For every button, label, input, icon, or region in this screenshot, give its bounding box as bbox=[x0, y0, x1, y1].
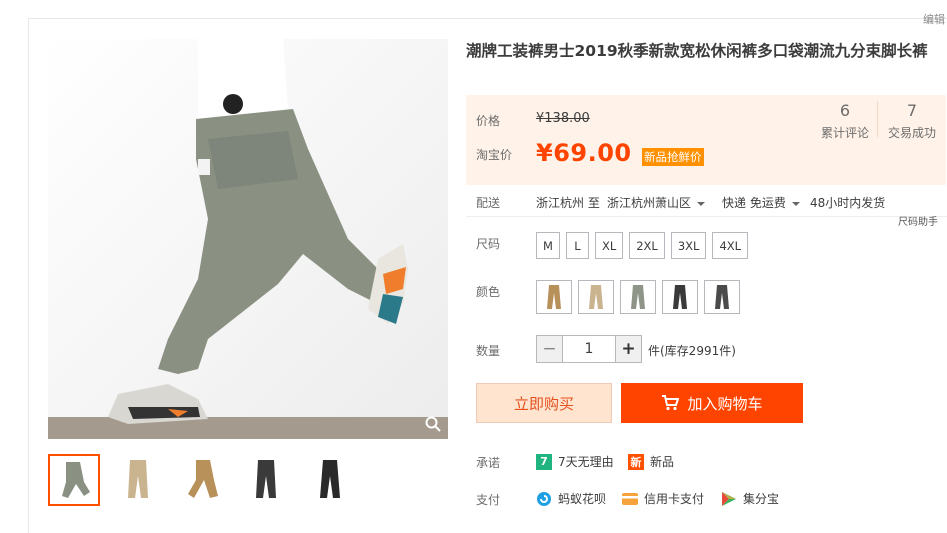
pay-credit-card[interactable]: 信用卡支付 bbox=[622, 490, 704, 507]
pay-jifenbao[interactable]: 集分宝 bbox=[721, 490, 779, 507]
pay-huabei-label: 蚂蚁花呗 bbox=[558, 492, 607, 506]
chevron-down-icon bbox=[791, 201, 800, 206]
size-option[interactable]: 2XL bbox=[629, 232, 665, 259]
promise-7day[interactable]: 7 7天无理由 bbox=[536, 453, 614, 470]
reviews-count: 6 bbox=[839, 101, 851, 120]
ship-from: 浙江杭州 至 bbox=[536, 196, 600, 210]
thumbnail[interactable] bbox=[112, 454, 164, 506]
pants-photo bbox=[48, 39, 448, 439]
credit-card-icon bbox=[622, 492, 638, 505]
trades-label: 交易成功 bbox=[887, 126, 936, 140]
size-option[interactable]: L bbox=[565, 232, 589, 259]
price-panel: 价格 ¥138.00 淘宝价 ¥69.00 新品抢鲜价 6 累计评论 7 交易成… bbox=[466, 95, 946, 185]
reviews-label: 累计评论 bbox=[820, 126, 869, 140]
ship-method: 快递 免运费 bbox=[722, 196, 786, 210]
ship-destination: 浙江杭州萧山区 bbox=[607, 196, 692, 210]
thumbnail[interactable] bbox=[240, 454, 292, 506]
thumbnail[interactable] bbox=[304, 454, 356, 506]
thumbnail-strip bbox=[48, 454, 356, 506]
color-swatch[interactable] bbox=[536, 280, 572, 314]
payment-label: 支付 bbox=[476, 493, 501, 507]
reviews-stat[interactable]: 6 累计评论 bbox=[812, 101, 878, 141]
pay-jifenbao-label: 集分宝 bbox=[743, 492, 780, 506]
increment-button[interactable]: + bbox=[615, 335, 642, 363]
price-label: 价格 bbox=[476, 114, 501, 128]
add-to-cart-button[interactable]: 加入购物车 bbox=[621, 383, 803, 423]
add-to-cart-label: 加入购物车 bbox=[687, 394, 763, 413]
color-swatch[interactable] bbox=[620, 280, 656, 314]
ship-method-select[interactable]: 快递 免运费 bbox=[722, 194, 800, 211]
buy-now-button[interactable]: 立即购买 bbox=[476, 383, 612, 423]
size-options: M L XL 2XL 3XL 4XL bbox=[536, 232, 749, 259]
quantity-input[interactable]: 1 bbox=[563, 335, 615, 363]
seven-day-icon: 7 bbox=[536, 453, 552, 470]
taobao-price-label: 淘宝价 bbox=[476, 148, 513, 162]
zoom-icon[interactable] bbox=[424, 415, 442, 433]
ship-destination-select[interactable]: 浙江杭州萧山区 bbox=[607, 194, 706, 211]
jifenbao-icon bbox=[722, 491, 736, 506]
quantity-label: 数量 bbox=[476, 344, 501, 358]
huabei-icon bbox=[537, 491, 551, 506]
main-product-image[interactable] bbox=[48, 39, 448, 439]
promise-new[interactable]: 新 新品 bbox=[628, 453, 674, 470]
promise-new-label: 新品 bbox=[650, 455, 675, 469]
shipping-label: 配送 bbox=[476, 196, 501, 210]
size-label: 尺码 bbox=[476, 237, 501, 251]
product-page: 编辑 潮牌工装裤男士2019秋季新款宽松休闲裤多口袋潮流九分束脚长裤 价格 ¥1… bbox=[0, 0, 947, 533]
pay-credit-card-label: 信用卡支付 bbox=[644, 492, 705, 506]
promise-label: 承诺 bbox=[476, 456, 501, 470]
color-options bbox=[536, 280, 740, 314]
size-option[interactable]: 4XL bbox=[712, 232, 749, 259]
edit-link[interactable]: 编辑 bbox=[923, 11, 945, 27]
color-swatch[interactable] bbox=[662, 280, 698, 314]
size-option[interactable]: 3XL bbox=[670, 232, 707, 259]
size-helper-link[interactable]: 尺码助手 bbox=[898, 213, 938, 228]
dispatch-time: 48小时内发货 bbox=[810, 196, 886, 210]
thumbnail[interactable] bbox=[176, 454, 228, 506]
cart-icon bbox=[662, 395, 680, 411]
new-price-badge: 新品抢鲜价 bbox=[642, 148, 704, 166]
stock-info: 件(库存2991件) bbox=[648, 344, 736, 358]
current-price: ¥69.00 bbox=[536, 139, 632, 167]
pay-huabei[interactable]: 蚂蚁花呗 bbox=[536, 490, 606, 507]
promise-7day-label: 7天无理由 bbox=[558, 455, 614, 469]
chevron-down-icon bbox=[697, 201, 706, 206]
new-product-icon: 新 bbox=[628, 453, 644, 470]
thumbnail[interactable] bbox=[48, 454, 100, 506]
size-option[interactable]: XL bbox=[594, 232, 624, 259]
trades-stat: 7 交易成功 bbox=[880, 101, 944, 141]
size-option[interactable]: M bbox=[536, 232, 560, 259]
stats-divider bbox=[877, 101, 878, 137]
decrement-button[interactable]: − bbox=[536, 335, 563, 363]
original-price: ¥138.00 bbox=[536, 111, 590, 126]
color-swatch[interactable] bbox=[578, 280, 614, 314]
section-divider bbox=[466, 216, 947, 217]
trades-count: 7 bbox=[906, 101, 918, 120]
color-swatch[interactable] bbox=[704, 280, 740, 314]
product-title: 潮牌工装裤男士2019秋季新款宽松休闲裤多口袋潮流九分束脚长裤 bbox=[466, 42, 928, 60]
color-label: 颜色 bbox=[476, 285, 501, 299]
quantity-stepper: − 1 + bbox=[536, 335, 642, 363]
